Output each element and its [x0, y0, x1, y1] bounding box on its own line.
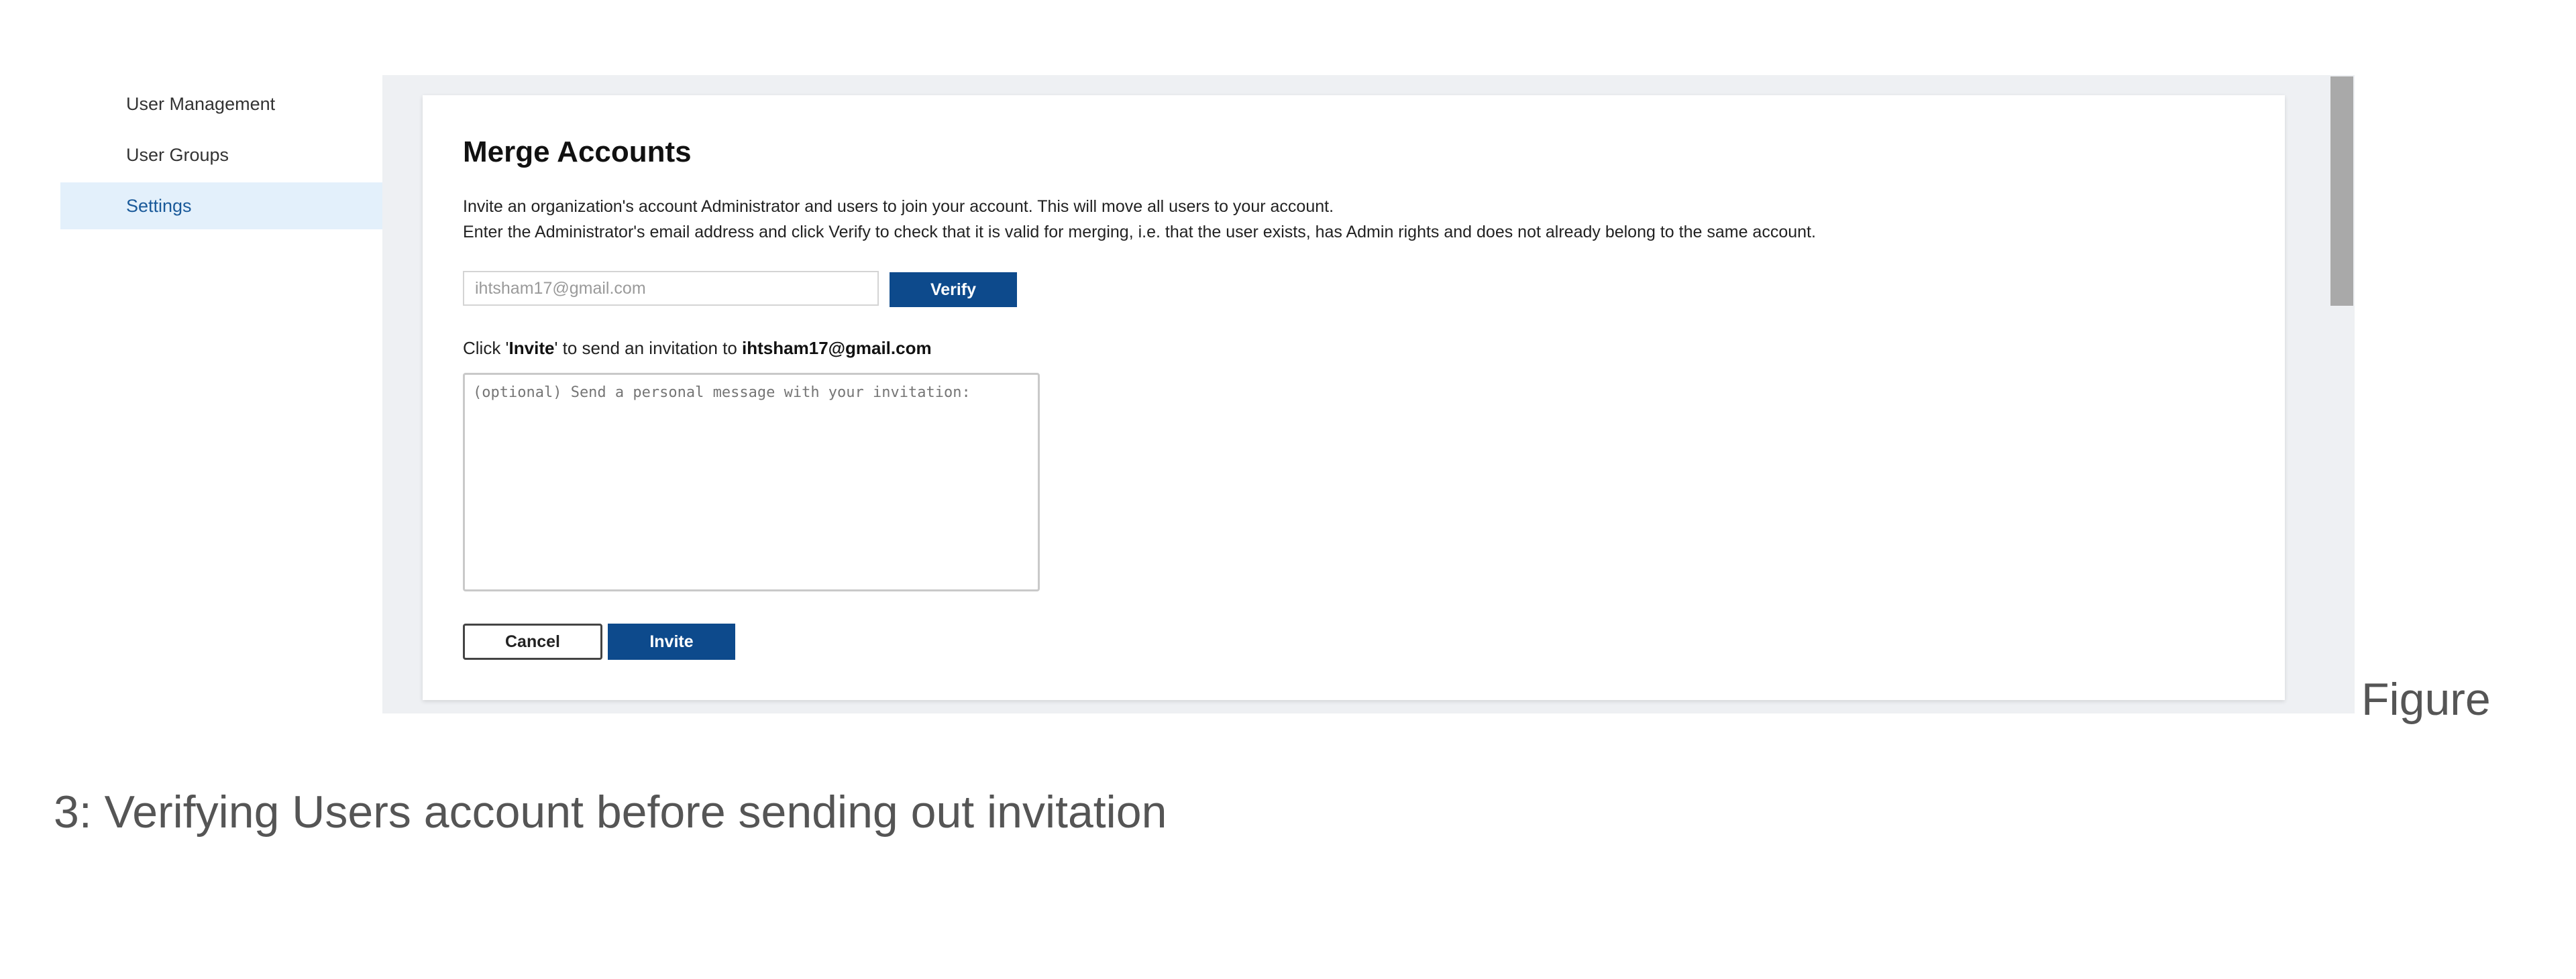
invite-button[interactable]: Invite — [608, 624, 735, 660]
figure-caption-part-2: 3: Verifying Users account before sendin… — [54, 787, 1167, 838]
scrollbar-thumb[interactable] — [2330, 76, 2353, 306]
verify-button[interactable]: Verify — [890, 272, 1017, 307]
personal-message-field[interactable] — [463, 373, 1040, 591]
page-title: Merge Accounts — [463, 135, 692, 168]
invite-word: Invite — [508, 338, 555, 358]
sidebar-item-user-groups[interactable]: User Groups — [60, 131, 382, 178]
description-line-1: Invite an organization's account Adminis… — [463, 197, 1334, 216]
cancel-button[interactable]: Cancel — [463, 624, 602, 660]
sidebar-item-settings[interactable]: Settings — [60, 182, 382, 229]
figure-caption-part-1: Figure — [2361, 674, 2491, 725]
page: User Management User Groups Settings Mer… — [0, 0, 2576, 979]
invite-prefix: Click ' — [463, 338, 509, 358]
invite-instruction: Click 'Invite' to send an invitation to … — [463, 338, 932, 359]
merge-accounts-card: Merge Accounts Invite an organization's … — [423, 95, 2285, 700]
description-line-2: Enter the Administrator's email address … — [463, 223, 1816, 241]
invite-middle: ' to send an invitation to — [554, 338, 743, 358]
email-field[interactable] — [463, 271, 879, 306]
sidebar-item-user-management[interactable]: User Management — [60, 80, 382, 127]
invite-email: ihtsham17@gmail.com — [742, 338, 932, 358]
sidebar: User Management User Groups Settings — [60, 80, 382, 233]
